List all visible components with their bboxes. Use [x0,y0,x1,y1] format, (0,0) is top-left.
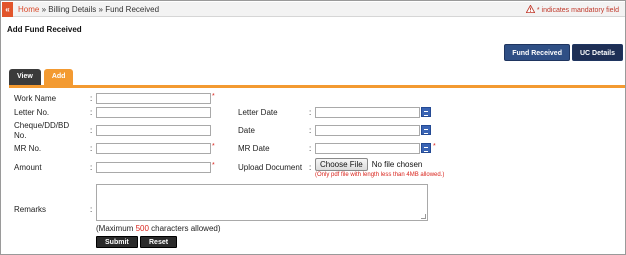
colon: : [309,163,312,172]
mandatory-field-note: * indicates mandatory field [525,5,619,14]
colon: : [90,163,93,172]
cheque-no-label-line2: No. [14,131,27,140]
colon: : [309,126,312,135]
breadcrumb-current: Fund Received [105,5,160,14]
max-characters-value: 500 [135,224,149,233]
page-title: Add Fund Received [7,25,82,34]
tab-underline [9,85,625,88]
resize-grip-icon[interactable] [421,214,426,219]
top-button-group: Fund Received UC Details [504,44,623,61]
remarks-textarea[interactable] [96,184,428,221]
breadcrumb-billing-details[interactable]: Billing Details [48,5,96,14]
required-marker: * [433,143,436,150]
colon: : [90,94,93,103]
required-marker: * [212,143,215,150]
letter-no-input[interactable] [96,107,211,118]
mr-no-input[interactable] [96,143,211,154]
calendar-icon[interactable] [421,143,431,153]
amount-input[interactable] [96,162,211,173]
character-limit-note: (Maximum 500 characters allowed) [96,224,221,233]
letter-date-label: Letter Date [238,108,278,117]
colon: : [309,144,312,153]
breadcrumb-bar: « Home » Billing Details » Fund Received… [2,2,625,17]
colon: : [90,205,93,214]
mandatory-note-text: * indicates mandatory field [536,7,619,14]
reset-button[interactable]: Reset [140,236,178,248]
no-file-text: No file chosen [371,159,423,169]
work-name-input[interactable] [96,93,211,104]
tab-add[interactable]: Add [43,69,74,85]
date-label: Date [238,126,255,135]
colon: : [90,144,93,153]
breadcrumb-home-link[interactable]: Home [18,5,39,14]
upload-hint: (Only pdf file with length less than 4MB… [315,172,445,178]
mr-date-label: MR Date [238,144,270,153]
collapse-sidebar-icon[interactable]: « [2,2,13,17]
cheque-no-input[interactable] [96,125,211,136]
calendar-icon[interactable] [421,125,431,135]
mr-date-input[interactable] [315,143,420,154]
remarks-label: Remarks [14,205,47,214]
choose-file-button[interactable]: Choose File [315,157,368,171]
breadcrumb: Home » Billing Details » Fund Received [18,5,159,14]
breadcrumb-separator: » [98,5,103,14]
upload-document-label: Upload Document [238,163,303,172]
work-name-label: Work Name [14,94,57,103]
fund-received-button[interactable]: Fund Received [504,44,570,61]
colon: : [90,126,93,135]
required-marker: * [212,162,215,169]
tab-view[interactable]: View [9,69,41,85]
uc-details-button[interactable]: UC Details [571,44,623,61]
tab-bar: View Add [9,69,74,85]
amount-label: Amount [14,163,42,172]
letter-no-label: Letter No. [14,108,50,117]
mr-no-label: MR No. [14,144,42,153]
max-prefix: (Maximum [96,224,136,233]
submit-button[interactable]: Submit [96,236,138,248]
app-frame: « Home » Billing Details » Fund Received… [0,0,626,255]
file-upload-field: Choose File No file chosen [315,157,422,171]
colon: : [90,108,93,117]
colon: : [309,108,312,117]
warning-icon [525,5,535,13]
breadcrumb-separator: » [41,5,47,14]
cheque-no-label: Cheque/DD/BD [14,121,70,130]
letter-date-input[interactable] [315,107,420,118]
date-input[interactable] [315,125,420,136]
calendar-icon[interactable] [421,107,431,117]
max-suffix: characters allowed) [148,224,221,233]
required-marker: * [212,93,215,100]
